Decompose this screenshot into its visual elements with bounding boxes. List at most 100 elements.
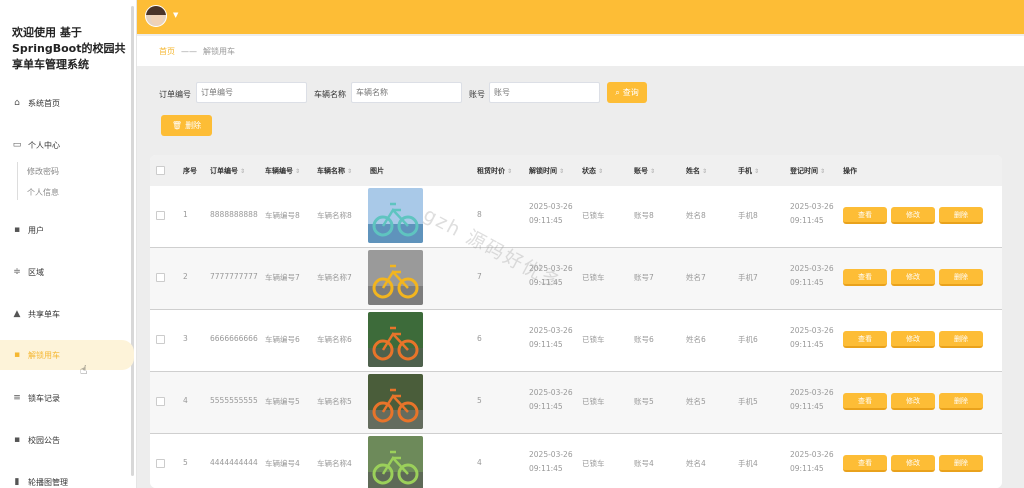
view-button[interactable]: 查看 xyxy=(843,331,887,348)
account-input[interactable] xyxy=(489,82,600,103)
cell-phone: 手机6 xyxy=(738,335,758,344)
delete-button[interactable]: 删除 xyxy=(939,207,983,224)
breadcrumb: 首页 —— 解锁用车 xyxy=(137,36,1024,66)
view-button[interactable]: 查看 xyxy=(843,393,887,410)
row-checkbox[interactable] xyxy=(156,397,165,406)
batch-delete-button[interactable]: 🗑 删除 xyxy=(161,115,212,136)
breadcrumb-home[interactable]: 首页 xyxy=(159,46,175,57)
cell-index: 2 xyxy=(183,272,188,281)
col-bike-number[interactable]: 车辆编号 ⇕ xyxy=(265,166,300,176)
sort-icon[interactable]: ⇕ xyxy=(598,168,603,175)
bike-photo[interactable] xyxy=(368,188,423,243)
col-bike-name[interactable]: 车辆名称 ⇕ xyxy=(317,166,352,176)
sidebar-item-label: 校园公告 xyxy=(28,435,60,445)
row-checkbox[interactable] xyxy=(156,273,165,282)
edit-button[interactable]: 修改 xyxy=(891,393,935,410)
edit-button[interactable]: 修改 xyxy=(891,269,935,286)
col-name[interactable]: 姓名 ⇕ xyxy=(686,166,707,176)
sidebar-item-carousel[interactable]: ▮ 轮播图管理 xyxy=(0,467,134,488)
cell-status: 已锁车 xyxy=(582,211,605,220)
sidebar-item-lock-records[interactable]: ≡ 锁车记录 xyxy=(0,383,134,413)
cell-rental-price: 5 xyxy=(477,396,482,405)
app-title: 欢迎使用 基于SpringBoot的校园共享单车管理系统 xyxy=(12,26,126,71)
bike-photo[interactable] xyxy=(368,312,423,367)
cell-bike-number: 车辆编号4 xyxy=(265,459,300,468)
search-icon: ⌕ xyxy=(615,87,620,97)
bike-name-input[interactable] xyxy=(351,82,462,103)
bike-image xyxy=(368,374,423,429)
breadcrumb-current: 解锁用车 xyxy=(203,46,235,56)
cell-bike-name: 车辆名称6 xyxy=(317,335,352,344)
cell-bike-name: 车辆名称8 xyxy=(317,211,352,220)
sort-icon[interactable]: ⇕ xyxy=(507,168,512,175)
view-button[interactable]: 查看 xyxy=(843,269,887,286)
sidebar-item-users[interactable]: ▪ 用户 xyxy=(0,215,134,245)
col-status[interactable]: 状态 ⇕ xyxy=(582,166,603,176)
delete-button[interactable]: 删除 xyxy=(939,269,983,286)
sort-icon[interactable]: ⇕ xyxy=(240,168,245,175)
sort-icon[interactable]: ⇕ xyxy=(295,168,300,175)
chevron-down-icon[interactable]: ▼ xyxy=(173,11,178,19)
sort-icon[interactable]: ⇕ xyxy=(347,168,352,175)
col-order-number[interactable]: 订单编号 ⇕ xyxy=(210,166,245,176)
order-number-input[interactable] xyxy=(196,82,307,103)
col-label: 图片 xyxy=(370,167,384,175)
cell-name: 姓名6 xyxy=(686,335,706,344)
col-label: 账号 xyxy=(634,167,648,175)
grid-icon: ▪ xyxy=(13,350,21,360)
bike-photo[interactable] xyxy=(368,436,423,488)
sort-icon[interactable]: ⇕ xyxy=(754,168,759,175)
col-account[interactable]: 账号 ⇕ xyxy=(634,166,655,176)
row-checkbox[interactable] xyxy=(156,459,165,468)
edit-button[interactable]: 修改 xyxy=(891,331,935,348)
col-label: 手机 xyxy=(738,167,752,175)
table-row[interactable]: 2 7777777777 车辆编号7 车辆名称7 7 2025-03-26 09:11:4… xyxy=(150,248,1002,310)
row-checkbox[interactable] xyxy=(156,211,165,220)
col-register-time[interactable]: 登记时间 ⇕ xyxy=(790,166,825,176)
cell-phone: 手机7 xyxy=(738,273,758,282)
col-label: 姓名 xyxy=(686,167,700,175)
sidebar-item-home[interactable]: ⌂ 系统首页 xyxy=(0,88,134,118)
sidebar-item-label: 系统首页 xyxy=(28,98,60,108)
sidebar-item-label: 解锁用车 xyxy=(28,350,60,360)
sidebar-item-region[interactable]: ≑ 区域 xyxy=(0,257,134,287)
query-button[interactable]: ⌕ 查询 xyxy=(607,82,647,103)
top-bar: ▼ xyxy=(137,0,1024,34)
sort-icon[interactable]: ⇕ xyxy=(820,168,825,175)
sidebar-item-campus-notice[interactable]: ▪ 校园公告 xyxy=(0,425,134,455)
edit-button[interactable]: 修改 xyxy=(891,207,935,224)
col-rental-price[interactable]: 租赁时价 ⇕ xyxy=(477,166,512,176)
chart-icon: ▮ xyxy=(14,477,20,487)
bike-photo[interactable] xyxy=(368,250,423,305)
sidebar-subitem-change-password[interactable]: 修改密码 xyxy=(27,166,59,177)
sort-icon[interactable]: ⇕ xyxy=(559,168,564,175)
view-button[interactable]: 查看 xyxy=(843,455,887,472)
order-number-label: 订单编号 xyxy=(159,90,191,99)
edit-button[interactable]: 修改 xyxy=(891,455,935,472)
sidebar-item-shared-bikes[interactable]: ▲ 共享单车 xyxy=(0,299,134,329)
sidebar-item-profile-center[interactable]: ▭ 个人中心 xyxy=(0,130,134,160)
cell-order-number: 7777777777 xyxy=(210,272,258,281)
sort-icon[interactable]: ⇕ xyxy=(702,168,707,175)
cell-phone: 手机8 xyxy=(738,211,758,220)
view-button[interactable]: 查看 xyxy=(843,207,887,224)
select-all-checkbox[interactable] xyxy=(156,166,165,175)
table-row[interactable]: 3 6666666666 车辆编号6 车辆名称6 6 2025-03-26 09:11:4… xyxy=(150,310,1002,372)
col-unlock-time[interactable]: 解锁时间 ⇕ xyxy=(529,166,564,176)
col-label: 车辆编号 xyxy=(265,167,293,175)
delete-button[interactable]: 删除 xyxy=(939,331,983,348)
bike-name-label: 车辆名称 xyxy=(314,90,346,99)
bike-photo[interactable] xyxy=(368,374,423,429)
delete-button[interactable]: 删除 xyxy=(939,393,983,410)
cell-order-number: 5555555555 xyxy=(210,396,258,405)
table-row[interactable]: 1 8888888888 车辆编号8 车辆名称8 8 2025-03-26 09:11:4… xyxy=(150,186,1002,248)
row-checkbox[interactable] xyxy=(156,335,165,344)
avatar[interactable] xyxy=(145,5,167,27)
sort-icon[interactable]: ⇕ xyxy=(650,168,655,175)
sidebar-item-unlock-bike[interactable]: ▪ 解锁用车 xyxy=(0,340,134,370)
table-row[interactable]: 5 4444444444 车辆编号4 车辆名称4 4 2025-03-26 09:11:4… xyxy=(150,434,1002,488)
table-row[interactable]: 4 5555555555 车辆编号5 车辆名称5 5 2025-03-26 09:11:4… xyxy=(150,372,1002,434)
col-phone[interactable]: 手机 ⇕ xyxy=(738,166,759,176)
sidebar-subitem-personal-info[interactable]: 个人信息 xyxy=(27,187,59,198)
delete-button[interactable]: 删除 xyxy=(939,455,983,472)
